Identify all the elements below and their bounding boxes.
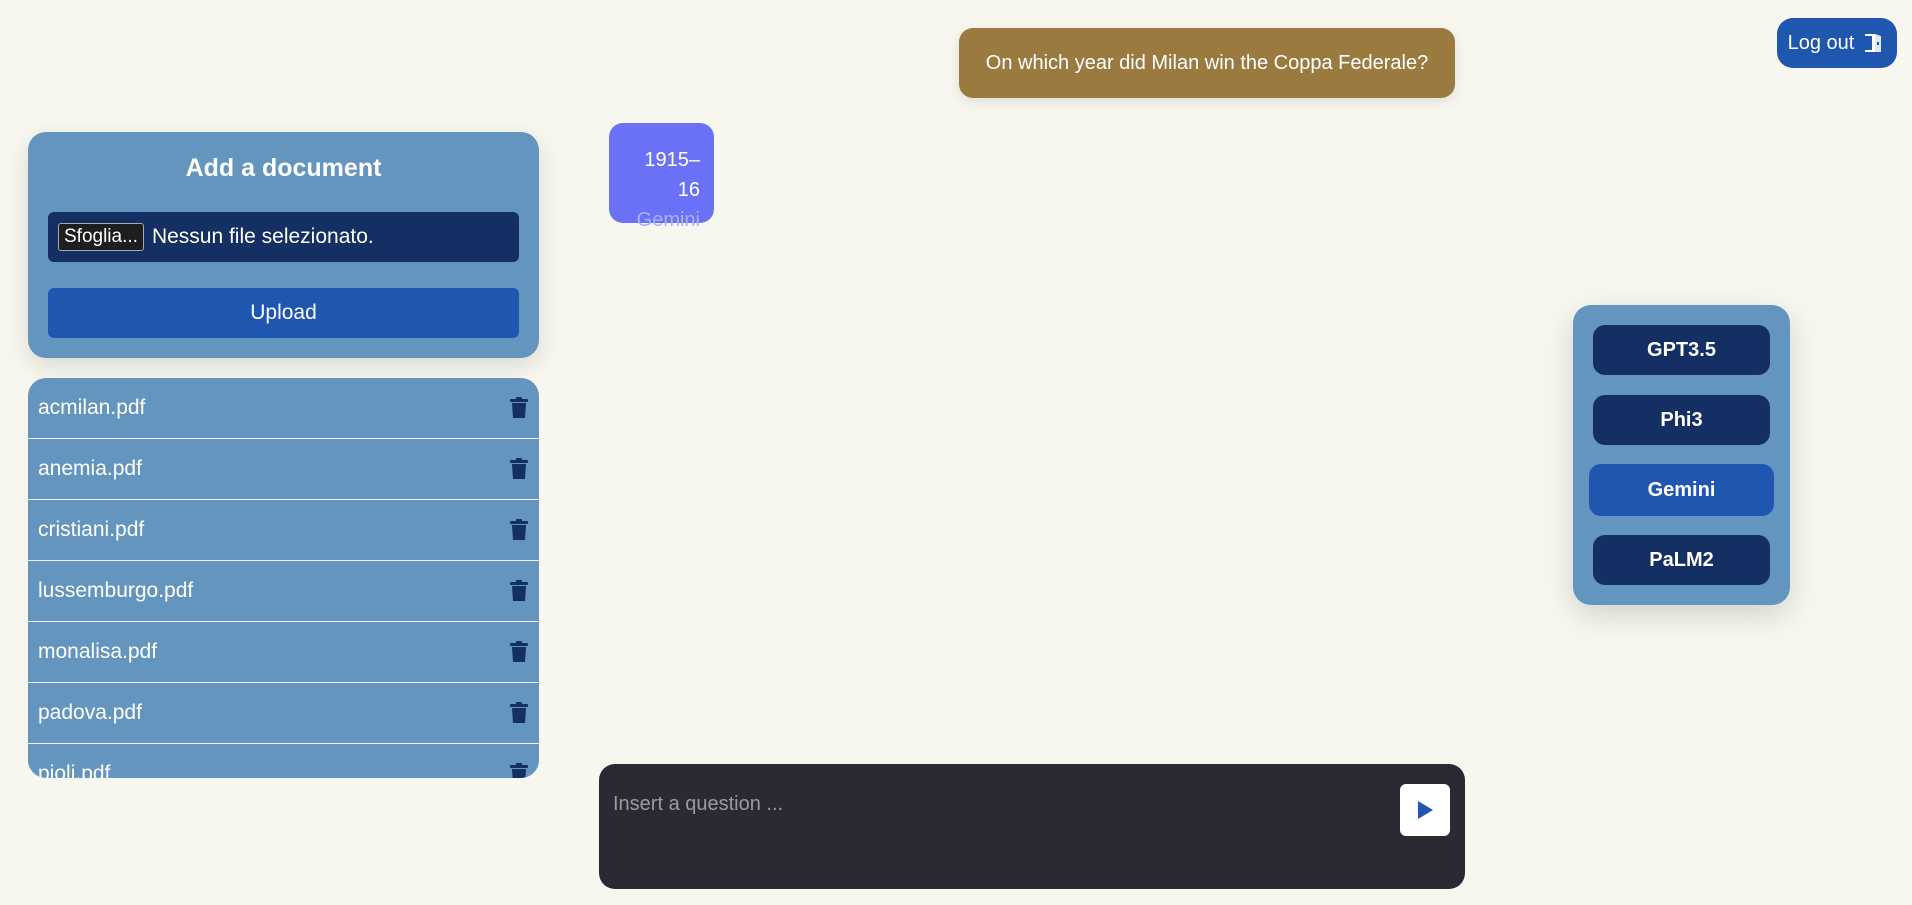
model-option-gemini[interactable]: Gemini: [1589, 464, 1774, 516]
model-option-gpt35[interactable]: GPT3.5: [1593, 325, 1770, 375]
trash-icon[interactable]: [509, 763, 529, 778]
list-item[interactable]: anemia.pdf: [28, 439, 539, 500]
trash-icon[interactable]: [509, 519, 529, 541]
file-name: pioli.pdf: [38, 762, 111, 778]
trash-icon[interactable]: [509, 641, 529, 663]
upload-title: Add a document: [185, 154, 382, 182]
send-button[interactable]: [1400, 784, 1450, 836]
play-icon: [1418, 801, 1433, 819]
model-option-palm2[interactable]: PaLM2: [1593, 535, 1770, 585]
no-file-label: Nessun file selezionato.: [151, 225, 374, 248]
document-list: acmilan.pdf anemia.pdf cristiani.pdf lus…: [28, 378, 539, 778]
list-item[interactable]: acmilan.pdf: [28, 378, 539, 439]
trash-icon[interactable]: [509, 458, 529, 480]
list-item[interactable]: cristiani.pdf: [28, 500, 539, 561]
file-name: acmilan.pdf: [38, 396, 146, 419]
trash-icon[interactable]: [509, 397, 529, 419]
browse-button[interactable]: Sfoglia...: [58, 223, 144, 251]
file-name: lussemburgo.pdf: [38, 579, 194, 602]
question-box: [599, 764, 1465, 889]
logout-label: Log out: [1787, 31, 1855, 54]
bot-answer: 1915–16: [644, 149, 700, 201]
trash-icon[interactable]: [509, 702, 529, 724]
list-item[interactable]: monalisa.pdf: [28, 622, 539, 683]
door-exit-icon: [1865, 34, 1882, 52]
list-item[interactable]: pioli.pdf: [28, 744, 539, 778]
list-item[interactable]: padova.pdf: [28, 683, 539, 744]
file-name: monalisa.pdf: [38, 640, 158, 663]
file-input[interactable]: Sfoglia... Nessun file selezionato.: [48, 212, 519, 262]
list-item[interactable]: lussemburgo.pdf: [28, 561, 539, 622]
question-input[interactable]: [613, 784, 1373, 824]
file-name: padova.pdf: [38, 701, 142, 724]
bot-message: 1915–16 Gemini: [609, 123, 714, 231]
upload-button[interactable]: Upload: [48, 288, 519, 338]
add-document-panel: Add a document Sfoglia... Nessun file se…: [28, 132, 539, 358]
model-option-phi3[interactable]: Phi3: [1593, 395, 1770, 445]
user-message: On which year did Milan win the Coppa Fe…: [959, 28, 1455, 98]
logout-button[interactable]: Log out: [1777, 18, 1897, 68]
file-name: cristiani.pdf: [38, 518, 145, 541]
file-name: anemia.pdf: [38, 457, 142, 480]
model-selector: GPT3.5 Phi3 Gemini PaLM2: [1573, 305, 1790, 605]
trash-icon[interactable]: [509, 580, 529, 602]
bot-model-label: Gemini: [636, 209, 700, 231]
